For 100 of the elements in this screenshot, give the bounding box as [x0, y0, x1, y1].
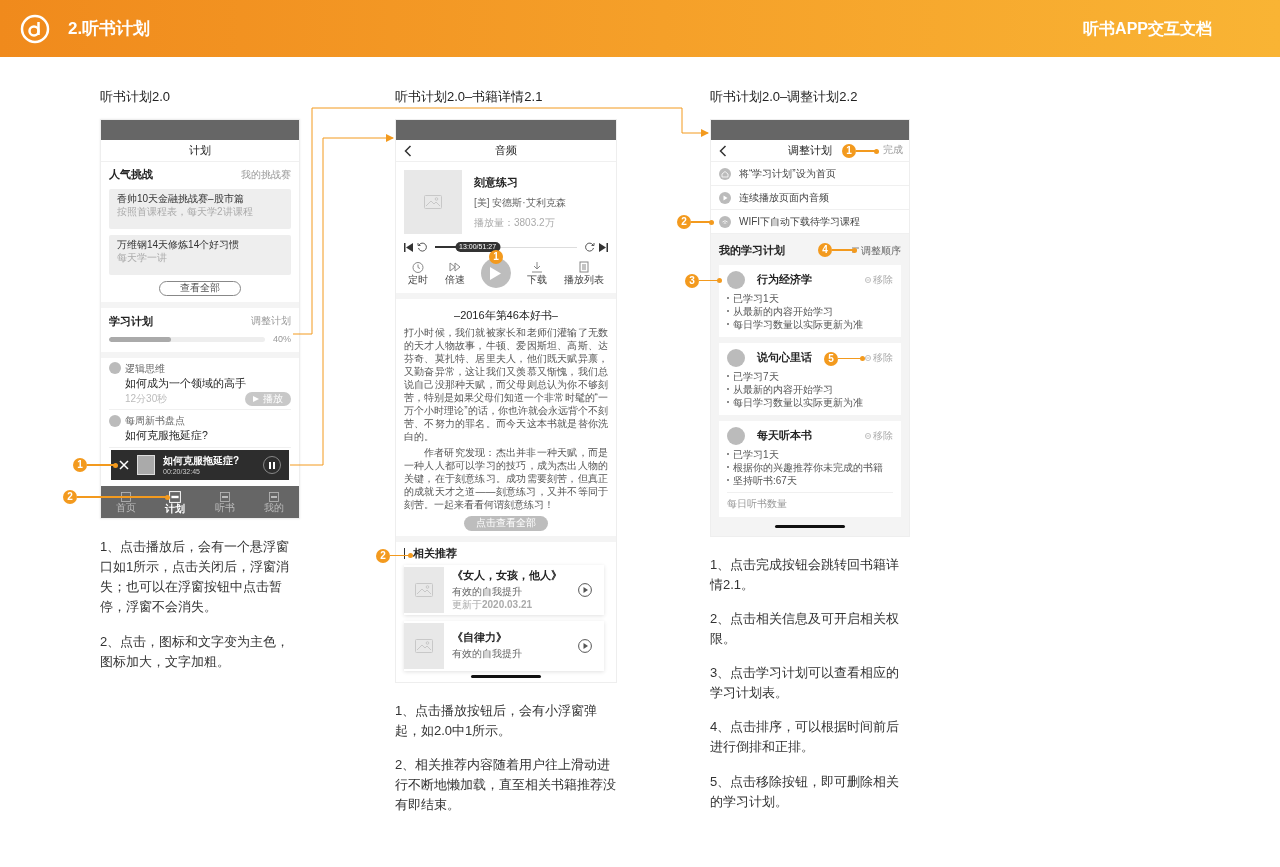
book-title: 刻意练习 [474, 175, 519, 190]
next-icon[interactable] [599, 242, 608, 252]
pause-icon [269, 461, 275, 469]
plan-card[interactable]: 每天听本书 移除 已学习1天 根据你的兴趣推荐你未完成的书籍 坚持听书:67天 每日听书数量 [719, 420, 901, 517]
mini-player-title: 如何克服拖延症? [163, 455, 241, 466]
back-icon[interactable] [404, 145, 412, 157]
callout-number: 2 [376, 548, 390, 563]
callout-number: 4 [818, 243, 832, 257]
note-text: 3、点击学习计划可以查看相应的学习计划表。 [710, 664, 901, 703]
lesson-title[interactable]: 如何成为一个领域的高手 [109, 375, 291, 392]
plan-detail: 从最新的内容开始学习 [733, 304, 833, 318]
note-text: 1、点击播放按钮后，会有小浮窗弹起，如2.0中1所示。 [395, 701, 599, 740]
play-icon [253, 395, 259, 402]
callout-number: 2 [63, 490, 77, 504]
play-icon[interactable] [578, 638, 592, 653]
rewind-icon[interactable] [417, 242, 427, 252]
plan-detail: 从最新的内容开始学习 [733, 382, 833, 396]
note-text: 2、点击相关信息及可开启相关权限。 [710, 609, 901, 648]
note-text: 2、相关推荐内容随着用户往上滑动进行不断地懒加载，直至相关书籍推荐没有即结束。 [395, 755, 617, 815]
plan-detail: 根据你的兴趣推荐你未完成的书籍 [733, 460, 883, 474]
back-icon[interactable] [719, 145, 727, 157]
nav-title: 计划 [189, 143, 211, 159]
leader-line [838, 357, 862, 360]
note-text: 2、点击，图标和文字变为主色，图标加大，文字加粗。 [100, 632, 291, 671]
note-text: 4、点击排序，可以根据时间前后进行倒排和正排。 [710, 718, 901, 757]
player-control[interactable]: 播放列表 [563, 261, 604, 285]
book-author: [美] 安德斯·艾利克森 [474, 195, 566, 210]
remove-icon [865, 276, 871, 283]
callout-number: 2 [677, 215, 691, 229]
plan-title: 每天听本书 [757, 427, 812, 443]
list-icon [577, 261, 590, 273]
remove-icon [865, 432, 871, 439]
plan-detail: 已学习1天 [733, 447, 779, 461]
book-card[interactable]: 《女人，女孩，他人》 有效的自我提升 更新于2020.03.21 [404, 564, 604, 615]
avatar [727, 348, 745, 367]
card-title: 万维钢14天修炼14个好习惯 [117, 237, 241, 252]
lesson-source: 每周新书盘点 [125, 414, 185, 429]
card-title: 香帅10天金融挑战赛–股市篇 [117, 191, 245, 206]
callout-number: 1 [73, 458, 87, 472]
callout-number: 1 [842, 144, 856, 158]
play-icon [490, 266, 502, 280]
note-text: 1、点击播放后，会有一个悬浮窗口如1所示，点击关闭后，浮窗消失；也可以在浮窗按钮中点击暂停，浮窗不会消失。 [100, 538, 291, 617]
lesson-source: 逻辑思维 [125, 361, 165, 376]
wifi-icon [719, 215, 731, 228]
plan-title: 说句心里话 [757, 349, 812, 365]
section-title: 人气挑战 [109, 167, 153, 182]
play-count: 播放量：3803.2万 [474, 216, 556, 230]
leader-line [691, 221, 711, 223]
setting-row[interactable]: 将“学习计划”设为首页 [711, 162, 909, 186]
leader-line [390, 554, 410, 557]
book-subtitle: 有效的自我提升 [452, 646, 523, 661]
document-title: 听书APP交互文档 [1083, 18, 1212, 39]
avatar [109, 362, 121, 374]
progress-percent: 40% [273, 333, 291, 346]
section-title: 学习计划 [109, 313, 153, 329]
home-indicator [471, 674, 541, 678]
book-subtitle: 有效的自我提升 [452, 584, 523, 599]
player-control[interactable]: 倍速 [444, 261, 465, 285]
note-text: 5、点击移除按钮，即可删除相关的学习计划。 [710, 772, 901, 811]
screen-caption: 听书计划2.0–调整计划2.2 [710, 88, 859, 106]
screen-caption: 听书计划2.0 [100, 88, 172, 106]
intro-heading: –2016年第46本好书– [453, 308, 559, 323]
plan-detail: 已学习1天 [733, 291, 779, 305]
player-control[interactable]: 下载 [527, 261, 548, 285]
home-indicator [775, 524, 845, 528]
book-title: 《女人，女孩，他人》 [452, 567, 563, 583]
callout-number: 3 [685, 273, 699, 288]
lesson-title[interactable]: 如何克服拖延症? [109, 428, 291, 444]
section-title: 我的学习计划 [719, 243, 785, 258]
avatar [109, 414, 121, 427]
play-icon[interactable] [578, 582, 592, 597]
forward-icon[interactable] [585, 242, 595, 252]
tab[interactable]: 计划 [165, 490, 186, 514]
home-icon [719, 167, 731, 180]
play-icon [719, 191, 731, 204]
plan-footer: 每日听书数量 [727, 491, 893, 511]
download-icon [531, 261, 544, 273]
plan-detail: 坚持听书:67天 [733, 473, 797, 487]
previous-icon[interactable] [404, 242, 413, 252]
callout-number: 1 [488, 250, 503, 264]
plan-card[interactable]: 行为经济学 移除 已学习1天 从最新的内容开始学习 每日学习数量以实际更新为准 [719, 264, 901, 337]
tab-icon [269, 491, 280, 502]
plan-title: 行为经济学 [757, 271, 812, 287]
fast-forward-icon [448, 261, 461, 273]
close-icon[interactable] [119, 460, 129, 470]
book-title: 《自律力》 [452, 630, 508, 646]
nav-title: 调整计划 [788, 143, 832, 159]
image-icon [424, 195, 442, 209]
leader-line [699, 279, 719, 282]
player-control[interactable]: 定时 [408, 261, 429, 285]
logo-icon [20, 13, 50, 44]
avatar [727, 426, 745, 445]
page-title: 2.听书计划 [68, 17, 151, 40]
book-card[interactable]: 《自律力》 有效的自我提升 [404, 620, 604, 671]
tab-icon [169, 490, 182, 503]
intro-paragraph: 作者研究发现：杰出并非一种天赋，而是一种人人都可以学习的技巧，成为杰出人物的关键，在于刻意练习。成功需要刻苦，但真正的成就天才之道——刻意练习，又并不等同于刻苦。一起来看看何谓刻意练习！ [404, 445, 608, 511]
plan-detail: 每日学习数量以实际更新为准 [733, 317, 863, 331]
plan-detail: 每日学习数量以实际更新为准 [733, 395, 863, 409]
setting-row[interactable]: 连续播放页面内音频 [711, 186, 909, 210]
clock-icon [412, 261, 425, 273]
